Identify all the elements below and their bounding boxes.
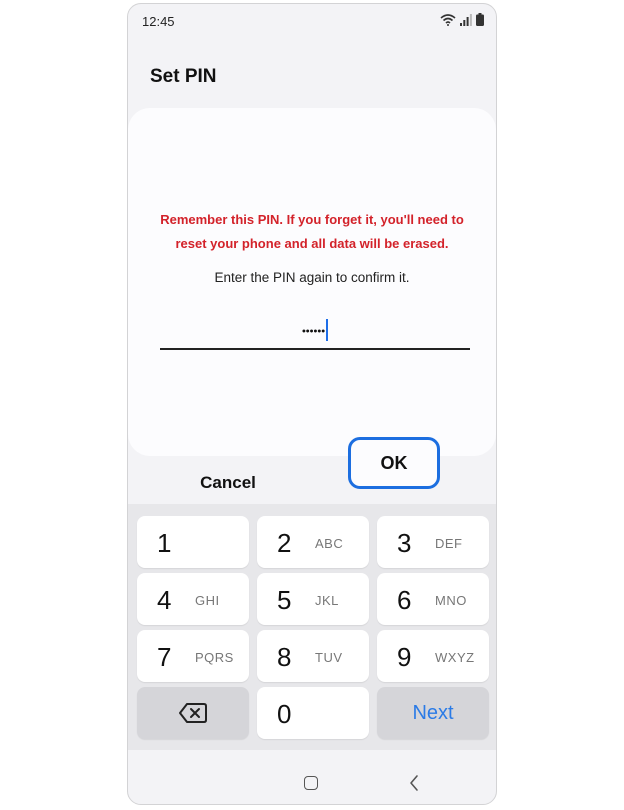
- key-2[interactable]: 2 ABC: [257, 516, 369, 568]
- key-8[interactable]: 8 TUV: [257, 630, 369, 682]
- key-number: 0: [277, 699, 292, 729]
- backspace-key[interactable]: [137, 687, 249, 739]
- key-1[interactable]: 1: [137, 516, 249, 568]
- key-7[interactable]: 7 PQRS: [137, 630, 249, 682]
- phone-screen: 12:45 Set PIN Remember this PIN. If you …: [127, 3, 497, 805]
- warning-message: Remember this PIN. If you forget it, you…: [148, 208, 476, 256]
- key-number: 7: [157, 642, 172, 672]
- key-letters: MNO: [435, 593, 467, 608]
- dialog-actions: Cancel OK: [128, 437, 496, 504]
- wifi-icon: [440, 13, 456, 31]
- key-letters: JKL: [315, 593, 339, 608]
- key-number: 3: [397, 528, 412, 558]
- key-number: 9: [397, 642, 412, 672]
- status-icons: [440, 13, 484, 31]
- home-icon[interactable]: [304, 776, 318, 790]
- pin-input[interactable]: ••••••: [160, 316, 470, 350]
- warning-line-2: reset your phone and all data will be er…: [175, 236, 449, 251]
- pin-dialog-card: Remember this PIN. If you forget it, you…: [128, 108, 496, 456]
- text-cursor: [326, 319, 329, 341]
- status-bar: 12:45: [128, 4, 496, 38]
- key-number: 5: [277, 585, 292, 615]
- signal-icon: [460, 13, 472, 31]
- pin-value: ••••••: [160, 319, 470, 341]
- key-5[interactable]: 5 JKL: [257, 573, 369, 625]
- key-number: 2: [277, 528, 292, 558]
- key-letters: ABC: [315, 536, 344, 551]
- key-number: 4: [157, 585, 172, 615]
- status-time: 12:45: [142, 14, 175, 29]
- battery-icon: [476, 13, 484, 31]
- instruction-text: Enter the PIN again to confirm it.: [214, 270, 410, 285]
- key-number: 8: [277, 642, 292, 672]
- key-6[interactable]: 6 MNO: [377, 573, 489, 625]
- cancel-button[interactable]: Cancel: [168, 468, 288, 498]
- backspace-icon: [178, 702, 208, 729]
- key-letters: PQRS: [195, 650, 234, 665]
- key-4[interactable]: 4 GHI: [137, 573, 249, 625]
- key-0[interactable]: 0: [257, 687, 369, 739]
- navigation-bar: [128, 750, 496, 804]
- page-title: Set PIN: [150, 66, 217, 87]
- key-letters: WXYZ: [435, 650, 475, 665]
- numeric-keypad: 1 2 ABC 3 DEF 4 GHI 5 JKL 6 MNO 7 PQRS 8…: [128, 504, 496, 750]
- back-icon[interactable]: [409, 774, 419, 797]
- key-letters: DEF: [435, 536, 463, 551]
- warning-line-1: Remember this PIN. If you forget it, you…: [160, 212, 464, 227]
- next-label: Next: [412, 702, 454, 724]
- pin-masked-dots: ••••••: [301, 325, 326, 338]
- key-number: 1: [157, 528, 172, 558]
- ok-button[interactable]: OK: [348, 437, 440, 489]
- next-key[interactable]: Next: [377, 687, 489, 739]
- key-3[interactable]: 3 DEF: [377, 516, 489, 568]
- key-9[interactable]: 9 WXYZ: [377, 630, 489, 682]
- key-number: 6: [397, 585, 412, 615]
- key-letters: GHI: [195, 593, 220, 608]
- pin-underline: [160, 348, 470, 350]
- key-letters: TUV: [315, 650, 343, 665]
